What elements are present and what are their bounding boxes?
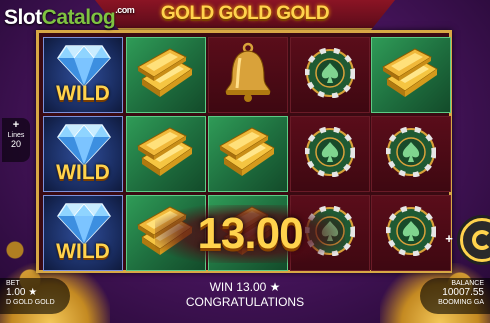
- bet-box[interactable]: BET 1.00 ★ D GOLD GOLD: [0, 278, 70, 314]
- bell-icon: [220, 42, 276, 109]
- win-amount-overlay: 13.00: [155, 205, 345, 263]
- title-banner: GOLD GOLD GOLD: [95, 0, 395, 30]
- balance-box: BALANCE 10007.55 BOOMING GA: [420, 278, 490, 314]
- plus-icon[interactable]: +: [442, 232, 456, 246]
- watermark-logo: SlotCatalog.com: [4, 5, 135, 30]
- gold-bar-icon: [216, 124, 280, 185]
- symbol-gold-bar: [208, 116, 288, 192]
- win-amount: 13.00: [197, 209, 303, 258]
- symbol-gold-bar: [371, 37, 451, 113]
- symbol-chip: [371, 195, 451, 271]
- gold-bar-icon: [134, 45, 198, 106]
- reel-1: WILD WILD WILD: [43, 37, 123, 271]
- wild-label: WILD: [56, 161, 110, 184]
- reel-5: [371, 37, 451, 271]
- win-info: WIN 13.00 ★ CONGRATULATIONS: [160, 280, 330, 309]
- lines-label: Lines: [7, 132, 25, 139]
- poker-chip-icon: [385, 205, 437, 261]
- symbol-chip: [290, 37, 370, 113]
- bet-label: BET: [6, 280, 20, 287]
- symbol-wild: WILD: [43, 195, 123, 271]
- watermark-slot: Slot: [4, 6, 42, 29]
- symbol-chip: [371, 116, 451, 192]
- win-line: WIN 13.00 ★: [209, 280, 281, 294]
- balance-label: BALANCE: [451, 280, 484, 287]
- watermark-catalog: Catalog: [41, 6, 116, 29]
- symbol-gold-bar: [126, 37, 206, 113]
- bet-value: 1.00 ★: [6, 287, 38, 298]
- gold-bar-icon: [134, 124, 198, 185]
- symbol-chip: [290, 116, 370, 192]
- provider-name: BOOMING GA: [438, 299, 484, 306]
- symbol-wild: WILD: [43, 37, 123, 113]
- poker-chip-icon: [304, 126, 356, 182]
- poker-chip-icon: [385, 126, 437, 182]
- gold-bar-icon: [379, 45, 443, 106]
- spin-icon: [472, 230, 490, 250]
- lines-plus-button[interactable]: +: [2, 120, 30, 131]
- wild-label: WILD: [56, 82, 110, 105]
- poker-chip-icon: [304, 47, 356, 103]
- watermark-com: .com: [115, 5, 135, 15]
- wild-label: WILD: [56, 240, 110, 263]
- symbol-bell: [208, 37, 288, 113]
- lines-panel[interactable]: + Lines 20: [2, 118, 30, 162]
- symbol-gold-bar: [126, 116, 206, 192]
- symbol-wild: WILD: [43, 116, 123, 192]
- bottom-bar: BET 1.00 ★ D GOLD GOLD WIN 13.00 ★ CONGR…: [0, 278, 490, 323]
- congratulations-message: CONGRATULATIONS: [185, 295, 305, 309]
- balance-value: 10007.55: [442, 287, 484, 298]
- lines-value: 20: [10, 139, 21, 149]
- game-title: GOLD GOLD GOLD: [160, 3, 330, 24]
- game-name: D GOLD GOLD: [6, 299, 55, 306]
